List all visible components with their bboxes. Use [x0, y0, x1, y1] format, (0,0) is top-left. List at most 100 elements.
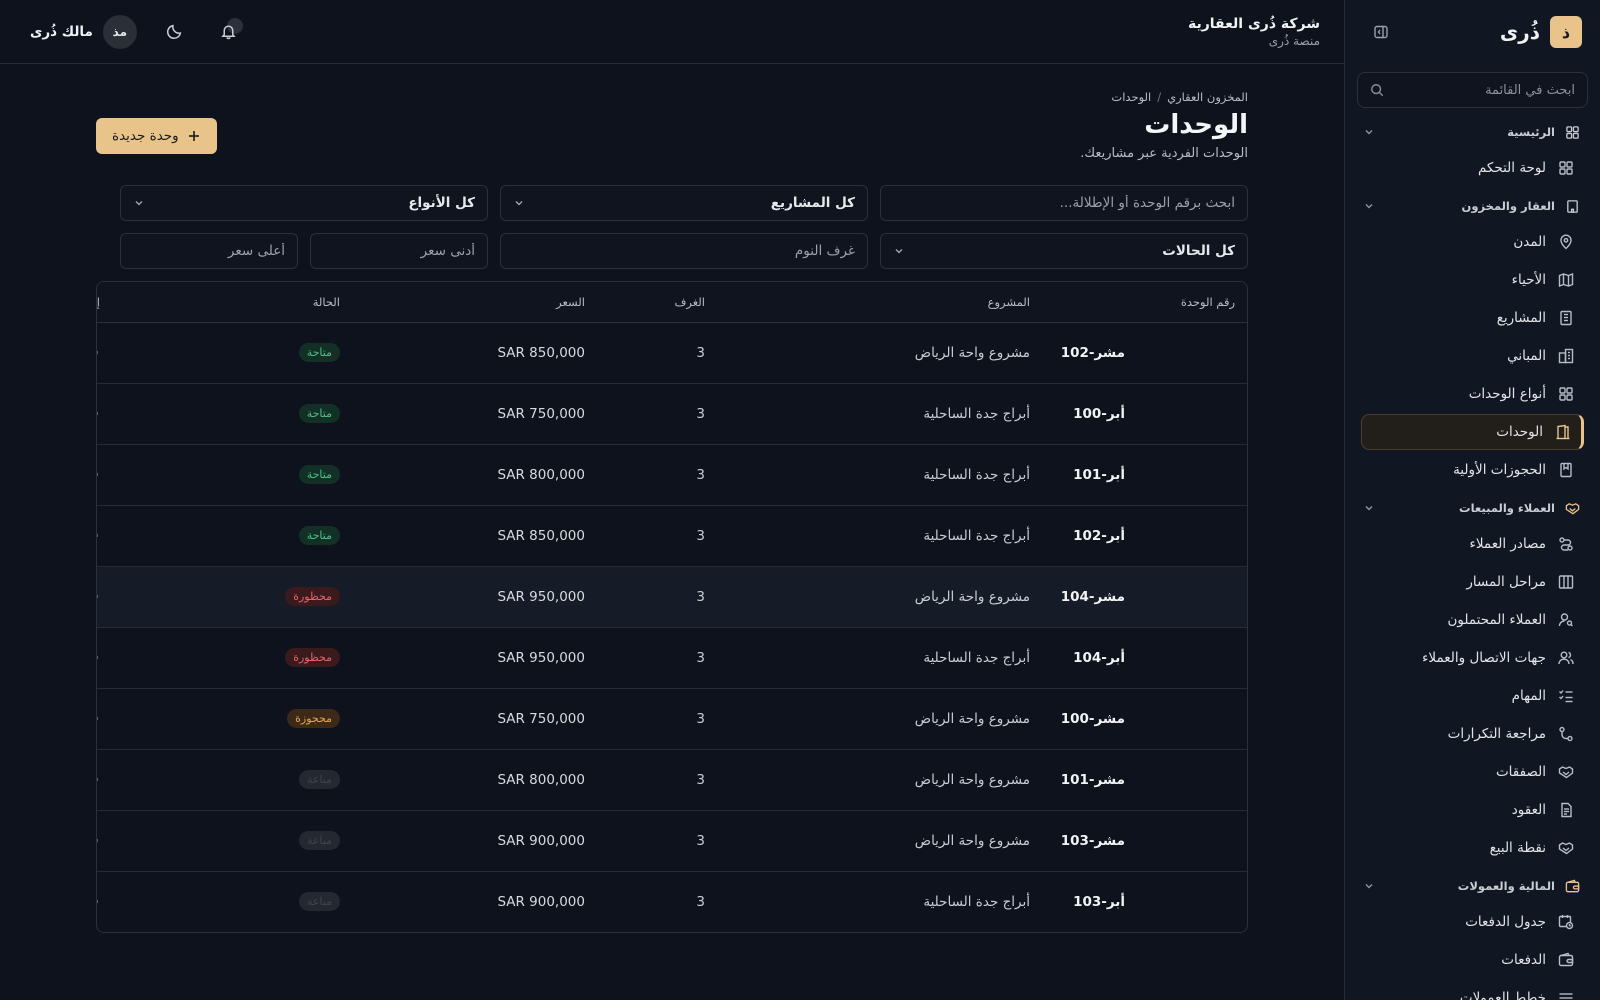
unit-search-input[interactable] — [893, 195, 1235, 211]
type-select[interactable]: كل الأنواع — [120, 185, 488, 221]
sidebar-item-lead-sources[interactable]: مصادر العملاء — [1361, 526, 1584, 562]
sidebar-item-pipeline-stages[interactable]: مراحل المسار — [1361, 564, 1584, 600]
sidebar-item-tasks[interactable]: المهام — [1361, 678, 1584, 714]
sidebar-item-unit-types[interactable]: أنواع الوحدات — [1361, 376, 1584, 412]
sidebar-item-commission-plans[interactable]: خطط العمولات — [1361, 980, 1584, 1000]
table-row[interactable]: مشر-103 مشروع واحة الرياض 3 SAR 900,000 مباع… — [97, 810, 1247, 872]
row-actions-button[interactable]: ··· — [97, 648, 100, 667]
sidebar-item-payments[interactable]: الدفعات — [1361, 942, 1584, 978]
cell-project: أبراج جدة الساحلية — [717, 505, 1042, 567]
page-title: الوحدات — [1144, 110, 1248, 140]
sidebar-item-contracts[interactable]: العقود — [1361, 792, 1584, 828]
min-price-input[interactable] — [323, 243, 475, 259]
column-status[interactable]: الحالة — [112, 282, 352, 323]
sidebar-item-deals[interactable]: الصفقات — [1361, 754, 1584, 790]
sidebar-item-duplicates[interactable]: مراجعة التكرارات — [1361, 716, 1584, 752]
sidebar-group-home[interactable]: الرئيسية — [1345, 114, 1600, 150]
column-project[interactable]: المشروع — [717, 282, 1042, 323]
bedrooms-input[interactable] — [513, 243, 855, 259]
sidebar-search-input[interactable] — [1392, 82, 1575, 98]
table-row[interactable]: أبر-100 أبراج جدة الساحلية 3 SAR 750,000 متا… — [97, 383, 1247, 445]
sidebar-collapse-button[interactable] — [1367, 18, 1395, 46]
table-row[interactable]: أبر-101 أبراج جدة الساحلية 3 SAR 800,000 متا… — [97, 444, 1247, 506]
row-actions-button[interactable]: ··· — [97, 831, 100, 850]
breadcrumb-item-inventory[interactable]: المخزون العقاري — [1167, 90, 1248, 104]
row-actions-button[interactable]: ··· — [97, 770, 100, 789]
sidebar-item-projects[interactable]: المشاريع — [1361, 300, 1584, 336]
office-building-icon — [1560, 310, 1572, 326]
project-select[interactable]: كل المشاريع — [500, 185, 868, 221]
table-row[interactable]: أبر-104 أبراج جدة الساحلية 3 SAR 950,000 محظ… — [97, 627, 1247, 689]
cell-unit-number: أبر-101 — [1042, 444, 1247, 506]
column-price[interactable]: السعر — [352, 282, 597, 323]
search-icon — [1371, 84, 1384, 97]
cell-status: محجوزة — [112, 688, 352, 750]
table-row[interactable]: مشر-104 مشروع واحة الرياض 3 SAR 950,000 محظو… — [97, 566, 1247, 628]
cell-rooms: 3 — [696, 893, 705, 910]
column-unit-number[interactable]: رقم الوحدة — [1042, 282, 1247, 323]
sidebar-item-reservations[interactable]: الحجوزات الأولية — [1361, 452, 1584, 488]
row-actions-button[interactable]: ··· — [97, 465, 100, 484]
cell-price: SAR 900,000 — [352, 810, 597, 872]
org-subtitle: منصة ذُرى — [1268, 33, 1320, 48]
cell-status: محظورة — [112, 566, 352, 628]
max-price-input[interactable] — [133, 243, 285, 259]
status-badge: مباعة — [298, 770, 340, 789]
sidebar-item-label: مراجعة التكرارات — [1447, 726, 1546, 742]
table-row[interactable]: أبر-103 أبراج جدة الساحلية 3 SAR 900,000 مبا… — [97, 871, 1247, 932]
cell-status: مباعة — [112, 810, 352, 872]
user-menu[interactable]: مذ مالك ذُرى — [30, 14, 137, 49]
bell-icon — [221, 25, 237, 40]
sidebar-item-dashboard[interactable]: لوحة التحكم — [1361, 150, 1584, 186]
row-actions-button[interactable]: ··· — [97, 892, 100, 911]
sidebar-item-districts[interactable]: الأحياء — [1361, 262, 1584, 298]
sidebar-item-leads[interactable]: العملاء المحتملون — [1361, 602, 1584, 638]
sidebar-item-point-of-sale[interactable]: نقطة البيع — [1361, 830, 1584, 866]
sidebar-group-sales[interactable]: العملاء والمبيعات — [1345, 490, 1600, 526]
buildings-icon — [1558, 348, 1574, 364]
status-badge: متاحة — [298, 343, 340, 362]
handshake-icon — [1558, 842, 1574, 855]
cell-status: متاحة — [112, 322, 352, 384]
org-name: شركة ذُرى العقارية — [1187, 15, 1320, 32]
cell-rooms: 3 — [597, 383, 717, 445]
cell-unit-number: أبر-104 — [1042, 627, 1247, 689]
table-body: مشر-102 مشروع واحة الرياض 3 SAR 850,000 متاح… — [97, 322, 1247, 932]
sidebar-item-label: خطط العمولات — [1459, 990, 1546, 1000]
table-row[interactable]: مشر-101 مشروع واحة الرياض 3 SAR 800,000 مباع… — [97, 749, 1247, 811]
sidebar-item-label: الدفعات — [1501, 952, 1546, 968]
row-actions-button[interactable]: ··· — [97, 587, 100, 606]
sidebar-item-buildings[interactable]: المباني — [1361, 338, 1584, 374]
cell-price: SAR 850,000 — [352, 505, 597, 567]
cell-unit-number: أبر-100 — [1042, 383, 1247, 445]
table-row[interactable]: مشر-102 مشروع واحة الرياض 3 SAR 850,000 متاح… — [97, 322, 1247, 384]
sidebar-item-contacts[interactable]: جهات الاتصال والعملاء — [1361, 640, 1584, 676]
row-actions-button[interactable]: ··· — [97, 404, 100, 423]
notifications-button[interactable] — [213, 16, 245, 48]
status-select[interactable]: كل الحالات — [880, 233, 1248, 269]
row-actions-button[interactable]: ··· — [97, 526, 100, 545]
row-actions-button[interactable]: ··· — [97, 343, 100, 362]
theme-toggle-button[interactable] — [159, 16, 191, 48]
chevron-down-icon — [1365, 883, 1373, 889]
table-row[interactable]: مشر-100 مشروع واحة الرياض 3 SAR 750,000 محجو… — [97, 688, 1247, 750]
sidebar-item-label: الحجوزات الأولية — [1453, 462, 1546, 478]
cell-rooms: 3 — [597, 322, 717, 384]
new-unit-button[interactable]: وحدة جديدة — [96, 118, 217, 154]
sidebar-group-inventory[interactable]: العقار والمخزون — [1345, 188, 1600, 224]
min-price-field — [310, 233, 488, 269]
row-actions-button[interactable]: ··· — [97, 709, 100, 728]
cell-unit-number: مشر-102 — [1042, 322, 1247, 384]
sidebar-item-units[interactable]: الوحدات — [1361, 414, 1584, 450]
sidebar-group-finance[interactable]: المالية والعمولات — [1345, 868, 1600, 904]
column-rooms[interactable]: الغرف — [597, 282, 717, 323]
brand[interactable]: ذ ذُرى — [1500, 16, 1582, 48]
brand-logo: ذ — [1550, 16, 1582, 48]
cell-project: مشروع واحة الرياض — [717, 322, 1042, 384]
status-badge: متاحة — [298, 404, 340, 423]
table-row[interactable]: أبر-102 أبراج جدة الساحلية 3 SAR 850,000 متا… — [97, 505, 1247, 567]
list-icon — [1559, 993, 1573, 999]
sidebar-item-payment-schedule[interactable]: جدول الدفعات — [1361, 904, 1584, 940]
cell-project: مشروع واحة الرياض — [717, 688, 1042, 750]
sidebar-item-cities[interactable]: المدن — [1361, 224, 1584, 260]
